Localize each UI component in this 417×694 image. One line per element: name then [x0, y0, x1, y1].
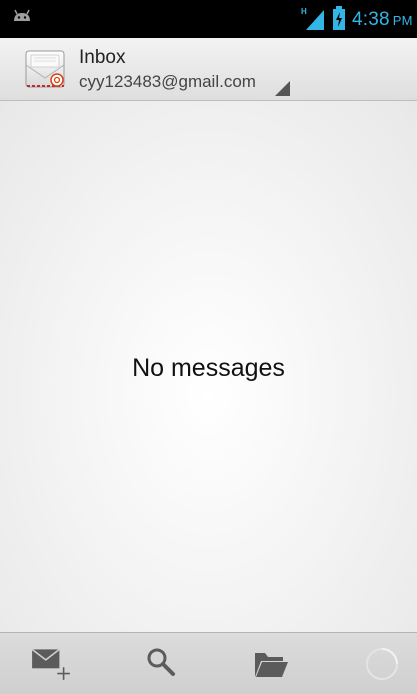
android-notification-icon	[14, 9, 30, 21]
folder-icon	[255, 653, 288, 677]
refresh-button[interactable]	[312, 633, 416, 694]
search-button[interactable]	[104, 633, 208, 694]
search-icon	[147, 648, 175, 676]
status-bar: H 4:38 PM	[0, 0, 417, 38]
status-clock: 4:38 PM	[352, 9, 413, 31]
page-title: Inbox	[79, 47, 126, 68]
compose-mail-icon	[31, 648, 70, 680]
message-list: No messages	[0, 101, 417, 632]
bottom-toolbar	[0, 632, 417, 694]
email-app-icon[interactable]	[24, 47, 70, 93]
battery-charging-icon	[333, 6, 345, 30]
folders-button[interactable]	[208, 633, 312, 694]
action-bar: Inbox cyy123483@gmail.com	[0, 38, 417, 101]
signal-strength-icon: H	[301, 7, 324, 30]
dropdown-caret-icon[interactable]	[273, 79, 291, 97]
refresh-spinner-icon	[366, 648, 398, 680]
empty-state-text: No messages	[132, 354, 285, 382]
clock-ampm: PM	[392, 13, 413, 28]
account-selector[interactable]: cyy123483@gmail.com	[79, 72, 256, 92]
svg-text:H: H	[301, 7, 307, 16]
clock-time: 4:38	[352, 9, 390, 30]
compose-button[interactable]	[0, 633, 104, 694]
